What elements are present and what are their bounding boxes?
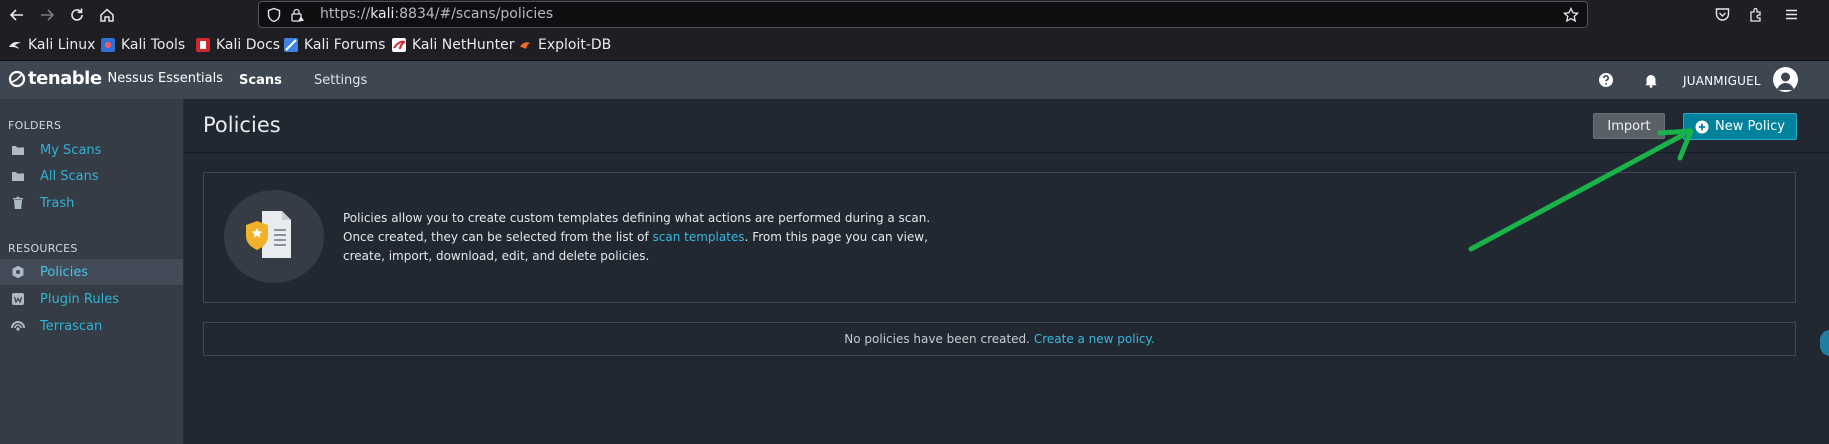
sidebar-item-my-scans[interactable]: My Scans [0, 137, 183, 163]
tracking-shield-icon[interactable] [266, 7, 282, 23]
url-path: :8834/#/scans/policies [394, 6, 554, 22]
policy-illustration [224, 190, 324, 283]
plus-circle-icon [1695, 120, 1709, 133]
bookmark-label: Kali Tools [121, 37, 186, 53]
kali-dragon-icon [8, 38, 22, 52]
resources-heading: RESOURCES [8, 242, 78, 255]
bookmark-kali-forums[interactable]: Kali Forums [284, 36, 385, 54]
sidebar-item-policies[interactable]: Policies [0, 259, 183, 285]
bookmark-label: Kali Linux [28, 37, 96, 53]
address-bar[interactable]: https://kali:8834/#/scans/policies [258, 1, 1588, 28]
help-icon[interactable] [1597, 71, 1615, 89]
kali-tools-icon [101, 38, 115, 52]
bookmark-exploit-db[interactable]: Exploit-DB [518, 36, 611, 54]
scan-templates-link[interactable]: scan templates [653, 230, 745, 244]
app-header: tenable Nessus Essentials Scans Settings… [0, 61, 1829, 99]
bookmark-label: Kali Docs [216, 37, 281, 53]
hamburger-icon [1785, 9, 1797, 19]
bookmarks-bar: Kali Linux Kali Tools Kali Docs Kali For… [0, 29, 1829, 61]
back-button[interactable] [4, 2, 30, 28]
arrow-left-icon [9, 9, 23, 21]
nav-scans[interactable]: Scans [239, 73, 282, 88]
import-button[interactable]: Import [1593, 113, 1665, 139]
side-widget-tab[interactable] [1820, 330, 1829, 356]
policy-document-icon [246, 211, 291, 258]
reload-icon [71, 8, 83, 21]
bookmark-star-icon[interactable] [1563, 7, 1579, 23]
sidebar-item-all-scans[interactable]: All Scans [0, 163, 183, 189]
sidebar-item-plugin-rules[interactable]: Plugin Rules [0, 286, 183, 312]
arrow-right-icon [41, 9, 55, 21]
url-text[interactable]: https://kali:8834/#/scans/policies [320, 6, 553, 22]
new-policy-button[interactable]: New Policy [1683, 113, 1797, 140]
sidebar-item-label: Terrascan [40, 319, 103, 334]
exploit-db-icon [518, 38, 532, 52]
notifications-bell-icon[interactable] [1642, 71, 1660, 89]
terrascan-icon [11, 321, 25, 331]
lock-warning-icon[interactable] [289, 7, 305, 23]
sidebar-item-label: Policies [40, 265, 89, 280]
pocket-icon [1715, 7, 1729, 21]
trash-icon [13, 196, 23, 209]
sidebar-item-label: Plugin Rules [40, 292, 119, 307]
nav-settings[interactable]: Settings [314, 73, 367, 88]
bookmark-label: Kali NetHunter [412, 37, 515, 53]
empty-state-text: No policies have been created. [844, 332, 1030, 346]
policies-info-panel: Policies allow you to create custom temp… [203, 172, 1796, 303]
page-header: Policies Import New Policy [184, 99, 1829, 153]
sidebar-item-terrascan[interactable]: Terrascan [0, 313, 183, 339]
puzzle-icon [1749, 7, 1761, 22]
logo-product-name: Nessus Essentials [107, 71, 224, 86]
sidebar-item-label: All Scans [40, 169, 99, 184]
main-content: Policies Import New Policy Policies allo… [184, 99, 1829, 444]
folder-icon [12, 172, 24, 181]
sidebar-item-label: My Scans [40, 143, 102, 158]
kali-docs-icon [196, 38, 210, 52]
bookmark-label: Exploit-DB [538, 37, 612, 53]
folders-heading: FOLDERS [8, 119, 62, 132]
url-scheme: https:// [320, 6, 371, 22]
app-menu-button[interactable] [1781, 4, 1801, 24]
tenable-logo[interactable]: tenable Nessus Essentials [8, 68, 223, 89]
sidebar-item-label: Trash [40, 196, 75, 211]
extensions-button[interactable] [1746, 4, 1766, 24]
sidebar: FOLDERS My Scans All Scans Trash RESOURC… [0, 99, 184, 444]
page-title: Policies [203, 113, 281, 137]
bookmark-kali-docs[interactable]: Kali Docs [196, 36, 280, 54]
empty-policies-panel: No policies have been created. Create a … [203, 322, 1796, 356]
pocket-button[interactable] [1712, 4, 1732, 24]
browser-toolbar: https://kali:8834/#/scans/policies [0, 0, 1829, 29]
user-avatar[interactable] [1773, 67, 1798, 92]
logo-wordmark: tenable [28, 68, 102, 89]
policy-shield-icon [12, 265, 24, 279]
bookmark-label: Kali Forums [304, 37, 386, 53]
tenable-logo-icon [8, 70, 26, 87]
home-button[interactable] [94, 2, 120, 28]
forward-button[interactable] [34, 2, 60, 28]
create-policy-link[interactable]: Create a new policy. [1034, 332, 1155, 346]
folder-icon [12, 146, 24, 155]
bookmark-kali-nethunter[interactable]: Kali NetHunter [392, 36, 514, 54]
sidebar-item-trash[interactable]: Trash [0, 190, 183, 216]
kali-nethunter-icon [392, 38, 406, 52]
bookmark-kali-tools[interactable]: Kali Tools [101, 36, 185, 54]
reload-button[interactable] [64, 2, 90, 28]
plugin-rules-icon [12, 293, 24, 305]
home-icon [100, 8, 114, 22]
user-avatar-icon [1777, 72, 1794, 90]
kali-forums-icon [284, 38, 298, 52]
url-host: kali [370, 6, 395, 22]
bookmark-kali-linux[interactable]: Kali Linux [8, 36, 95, 54]
username[interactable]: JUANMIGUEL [1683, 74, 1761, 88]
new-policy-label: New Policy [1715, 119, 1785, 134]
policies-description: Policies allow you to create custom temp… [343, 209, 943, 266]
